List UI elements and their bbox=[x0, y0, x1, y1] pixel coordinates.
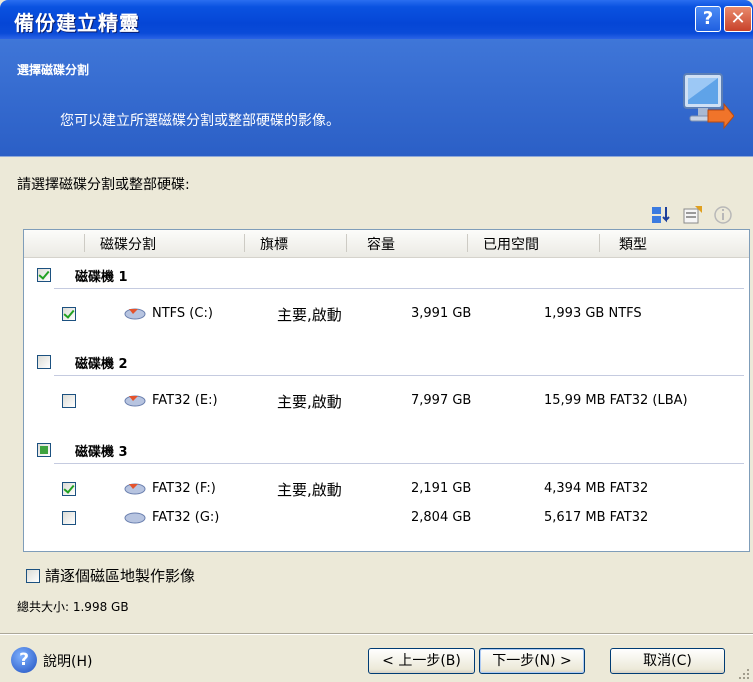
divider bbox=[54, 375, 744, 376]
next-button[interactable]: 下一步(N) > bbox=[479, 648, 585, 674]
disk-label: 磁碟機 3 bbox=[75, 445, 128, 460]
col-capacity[interactable]: 容量 bbox=[367, 234, 395, 254]
partition-disk-icon bbox=[124, 395, 146, 407]
column-separator[interactable] bbox=[599, 234, 600, 252]
partition-row[interactable]: FAT32 (G:) 2,804 GB 5,617 MB FAT32 bbox=[24, 507, 749, 531]
partition-list[interactable]: 磁碟分割 旗標 容量 已用空間 類型 磁碟機 1 NTFS (C:) 主要,啟動… bbox=[23, 229, 750, 552]
partition-name: FAT32 (F:) bbox=[152, 481, 216, 496]
partition-row[interactable]: FAT32 (F:) 主要,啟動 2,191 GB 4,394 MB FAT32 bbox=[24, 478, 749, 502]
help-icon[interactable]: ? bbox=[11, 647, 37, 673]
divider bbox=[54, 288, 744, 289]
partition-used-type: 15,99 MB FAT32 (LBA) bbox=[544, 393, 688, 408]
partition-capacity: 2,191 GB bbox=[411, 481, 472, 496]
disk-row[interactable]: 磁碟機 2 bbox=[24, 350, 749, 376]
disk-checkbox[interactable] bbox=[37, 443, 51, 457]
step-description: 您可以建立所選磁碟分割或整部硬碟的影像。 bbox=[60, 113, 340, 129]
partition-name: FAT32 (G:) bbox=[152, 510, 220, 525]
disk-label: 磁碟機 1 bbox=[75, 270, 128, 285]
sector-by-sector-checkbox[interactable] bbox=[26, 569, 40, 583]
partition-capacity: 7,997 GB bbox=[411, 393, 472, 408]
disk-checkbox[interactable] bbox=[37, 268, 51, 282]
info-icon bbox=[714, 206, 732, 224]
computer-arrow-icon bbox=[683, 73, 734, 130]
partition-used-type: 1,993 GB NTFS bbox=[544, 306, 642, 321]
sector-by-sector-label[interactable]: 請逐個磁區地製作影像 bbox=[45, 565, 195, 586]
partition-row[interactable]: FAT32 (E:) 主要,啟動 7,997 GB 15,99 MB FAT32… bbox=[24, 390, 749, 414]
col-partition[interactable]: 磁碟分割 bbox=[100, 234, 156, 254]
partition-flags: 主要,啟動 bbox=[277, 306, 342, 324]
partition-checkbox[interactable] bbox=[62, 482, 76, 496]
resize-grip-icon[interactable] bbox=[738, 668, 750, 680]
column-separator[interactable] bbox=[244, 234, 245, 252]
total-size: 總共大小: 1.998 GB bbox=[17, 600, 129, 614]
partition-disk-icon bbox=[124, 483, 146, 495]
properties-icon[interactable] bbox=[682, 205, 704, 225]
back-button[interactable]: < 上一步(B) bbox=[368, 648, 475, 674]
step-title: 選擇磁碟分割 bbox=[17, 63, 90, 77]
wizard-window: 備份建立精靈 ? ✕ 選擇磁碟分割 您可以建立所選磁碟分割或整部硬碟的影像。 請… bbox=[0, 0, 753, 682]
col-flags[interactable]: 旗標 bbox=[260, 234, 288, 254]
partition-checkbox[interactable] bbox=[62, 307, 76, 321]
select-prompt: 請選擇磁碟分割或整部硬碟: bbox=[17, 177, 190, 193]
column-header: 磁碟分割 旗標 容量 已用空間 類型 bbox=[24, 230, 749, 258]
partition-name: NTFS (C:) bbox=[152, 306, 213, 321]
partition-checkbox[interactable] bbox=[62, 394, 76, 408]
sort-icon[interactable] bbox=[651, 205, 673, 225]
cancel-button[interactable]: 取消(C) bbox=[610, 648, 725, 674]
col-type[interactable]: 類型 bbox=[619, 234, 647, 254]
column-separator[interactable] bbox=[84, 234, 85, 252]
partition-row[interactable]: NTFS (C:) 主要,啟動 3,991 GB 1,993 GB NTFS bbox=[24, 303, 749, 327]
window-title: 備份建立精靈 bbox=[14, 11, 140, 35]
col-used[interactable]: 已用空間 bbox=[483, 234, 539, 254]
wizard-header: 選擇磁碟分割 您可以建立所選磁碟分割或整部硬碟的影像。 bbox=[0, 39, 753, 157]
partition-disk-icon bbox=[124, 308, 146, 320]
disk-label: 磁碟機 2 bbox=[75, 357, 128, 372]
partition-used-type: 5,617 MB FAT32 bbox=[544, 510, 649, 525]
disk-row[interactable]: 磁碟機 1 bbox=[24, 263, 749, 289]
partition-disk-icon bbox=[124, 512, 146, 524]
column-separator[interactable] bbox=[467, 234, 468, 252]
partition-used-type: 4,394 MB FAT32 bbox=[544, 481, 649, 496]
title-bar[interactable]: 備份建立精靈 ? ✕ bbox=[0, 0, 753, 39]
partition-name: FAT32 (E:) bbox=[152, 393, 218, 408]
footer-divider-highlight bbox=[0, 634, 753, 635]
partition-flags: 主要,啟動 bbox=[277, 481, 342, 499]
title-help-button[interactable]: ? bbox=[695, 6, 721, 32]
disk-checkbox[interactable] bbox=[37, 355, 51, 369]
title-close-button[interactable]: ✕ bbox=[724, 6, 752, 32]
disk-row[interactable]: 磁碟機 3 bbox=[24, 438, 749, 464]
partition-flags: 主要,啟動 bbox=[277, 393, 342, 411]
divider bbox=[54, 463, 744, 464]
partition-checkbox[interactable] bbox=[62, 511, 76, 525]
partition-capacity: 3,991 GB bbox=[411, 306, 472, 321]
help-label[interactable]: 說明(H) bbox=[43, 651, 92, 671]
column-separator[interactable] bbox=[346, 234, 347, 252]
partition-capacity: 2,804 GB bbox=[411, 510, 472, 525]
